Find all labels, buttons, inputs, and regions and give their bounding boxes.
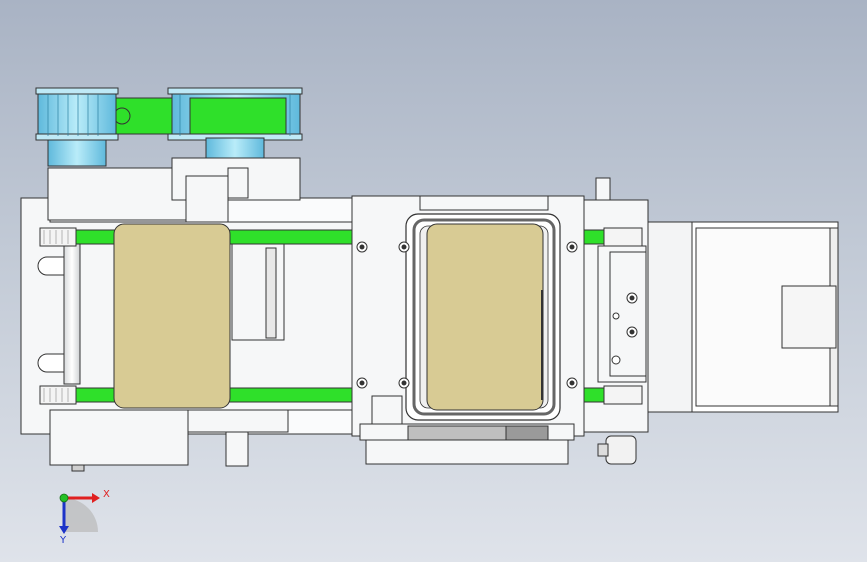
- driven-pulley-right-flange-top: [167, 87, 303, 95]
- adjust-knob-shaft: [597, 443, 609, 457]
- center-station-block: [371, 395, 403, 425]
- left-roller-shaft: [63, 243, 81, 385]
- x-axis-label: X: [103, 489, 110, 500]
- y-axis-label: Y: [59, 535, 67, 546]
- lower-bracket-post: [225, 431, 249, 467]
- middle-guide-rod: [265, 247, 277, 339]
- bottom-belt-right-end: [603, 385, 643, 405]
- motor-mount-post: [227, 167, 249, 199]
- top-belt-left-end: [39, 227, 77, 247]
- adjust-knob: [605, 435, 637, 465]
- lower-bracket-block: [49, 409, 189, 466]
- center-station-foot: [365, 439, 569, 465]
- drive-pulley-left-flange-top: [35, 87, 119, 95]
- coordinate-triad: [59, 493, 100, 534]
- timing-belt-front: [189, 97, 287, 135]
- discharge-box-connector: [647, 221, 693, 413]
- conveyor-assembly-drawing: X Y: [20, 87, 839, 546]
- foot-screw: [71, 464, 85, 472]
- discharge-box-handle: [781, 285, 837, 349]
- drive-pulley-left: [37, 91, 117, 139]
- right-post: [595, 177, 611, 201]
- bottom-belt-left-end: [39, 385, 77, 405]
- motor-mount-block: [47, 167, 189, 221]
- driven-pulley-right-hub: [205, 137, 265, 159]
- top-belt-right-end: [603, 227, 643, 247]
- center-station-top-cap: [419, 195, 549, 211]
- left-product-plate: [113, 223, 231, 409]
- cad-viewport[interactable]: X Y: [0, 0, 867, 562]
- center-station-rail-end: [505, 425, 549, 441]
- lower-bracket-plate: [187, 409, 289, 433]
- motor-mount-bracket: [185, 175, 229, 223]
- drive-pulley-left-hub: [47, 139, 107, 167]
- center-product-plate: [426, 223, 544, 411]
